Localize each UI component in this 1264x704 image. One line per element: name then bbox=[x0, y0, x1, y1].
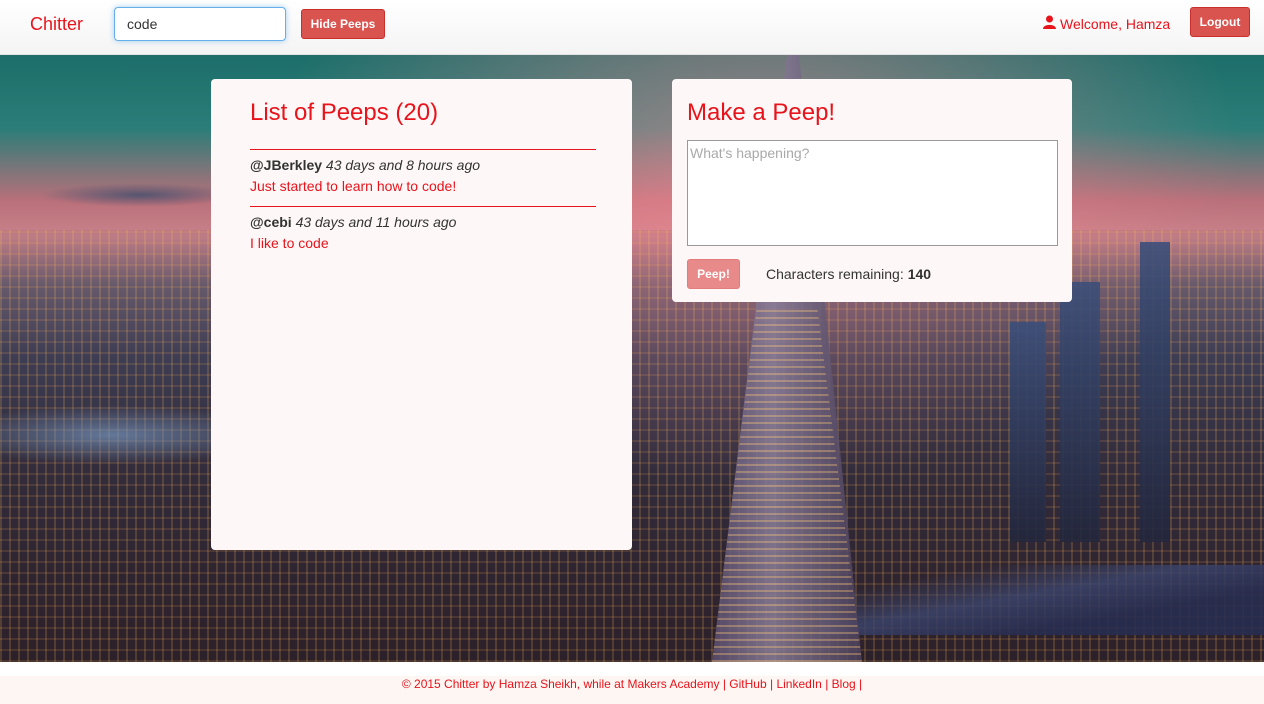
navbar: Chitter Hide Peeps Welcome, Hamza Logout bbox=[0, 0, 1264, 55]
peeps-list-title: List of Peeps (20) bbox=[250, 99, 439, 126]
github-link[interactable]: GitHub bbox=[729, 677, 766, 691]
footer-copyright: © 2015 Chitter by Hamza Sheikh, while at… bbox=[401, 677, 726, 691]
peep-text: I like to code bbox=[250, 235, 329, 251]
peeps-list-panel: List of Peeps (20) @JBerkley 43 days and… bbox=[211, 79, 632, 550]
peep-submit-button[interactable]: Peep! bbox=[687, 259, 740, 289]
characters-remaining-label: Characters remaining: bbox=[766, 266, 904, 282]
skyscraper bbox=[1140, 242, 1170, 542]
footer: © 2015 Chitter by Hamza Sheikh, while at… bbox=[0, 662, 1264, 704]
footer-bar: © 2015 Chitter by Hamza Sheikh, while at… bbox=[0, 676, 1264, 704]
search-input[interactable] bbox=[114, 7, 286, 41]
blog-link[interactable]: Blog bbox=[832, 677, 856, 691]
footer-separator: | bbox=[770, 677, 774, 691]
footer-separator: | bbox=[825, 677, 829, 691]
background-cityscape bbox=[0, 55, 1264, 662]
peep-item: @JBerkley 43 days and 8 hours ago Just s… bbox=[250, 149, 596, 194]
skyscraper bbox=[1010, 322, 1046, 542]
welcome-text: Welcome, Hamza bbox=[1060, 15, 1171, 32]
peep-author[interactable]: @cebi bbox=[250, 214, 292, 230]
footer-separator: | bbox=[859, 677, 863, 691]
peep-text: Just started to learn how to code! bbox=[250, 178, 457, 194]
skyscraper bbox=[1060, 282, 1100, 542]
peep-textarea[interactable] bbox=[687, 140, 1058, 246]
river-thames bbox=[820, 565, 1264, 635]
peep-time: 43 days and 8 hours ago bbox=[325, 157, 481, 173]
peep-item: @cebi 43 days and 11 hours ago I like to… bbox=[250, 206, 596, 251]
peep-meta: @cebi 43 days and 11 hours ago bbox=[250, 214, 596, 230]
peep-time: 43 days and 11 hours ago bbox=[295, 214, 457, 230]
make-peep-title: Make a Peep! bbox=[687, 99, 836, 126]
make-peep-panel: Make a Peep! Peep! Characters remaining:… bbox=[672, 79, 1072, 302]
characters-remaining-count: 140 bbox=[907, 266, 932, 282]
welcome-user[interactable]: Welcome, Hamza bbox=[1043, 15, 1170, 32]
linkedin-link[interactable]: LinkedIn bbox=[776, 677, 821, 691]
user-icon bbox=[1043, 15, 1056, 32]
peep-meta: @JBerkley 43 days and 8 hours ago bbox=[250, 157, 596, 173]
brand-link[interactable]: Chitter bbox=[30, 14, 83, 35]
cloud bbox=[40, 183, 240, 207]
logout-button[interactable]: Logout bbox=[1190, 7, 1250, 37]
characters-remaining: Characters remaining: 140 bbox=[766, 266, 931, 282]
hide-peeps-button[interactable]: Hide Peeps bbox=[301, 9, 385, 39]
peep-author[interactable]: @JBerkley bbox=[250, 157, 322, 173]
